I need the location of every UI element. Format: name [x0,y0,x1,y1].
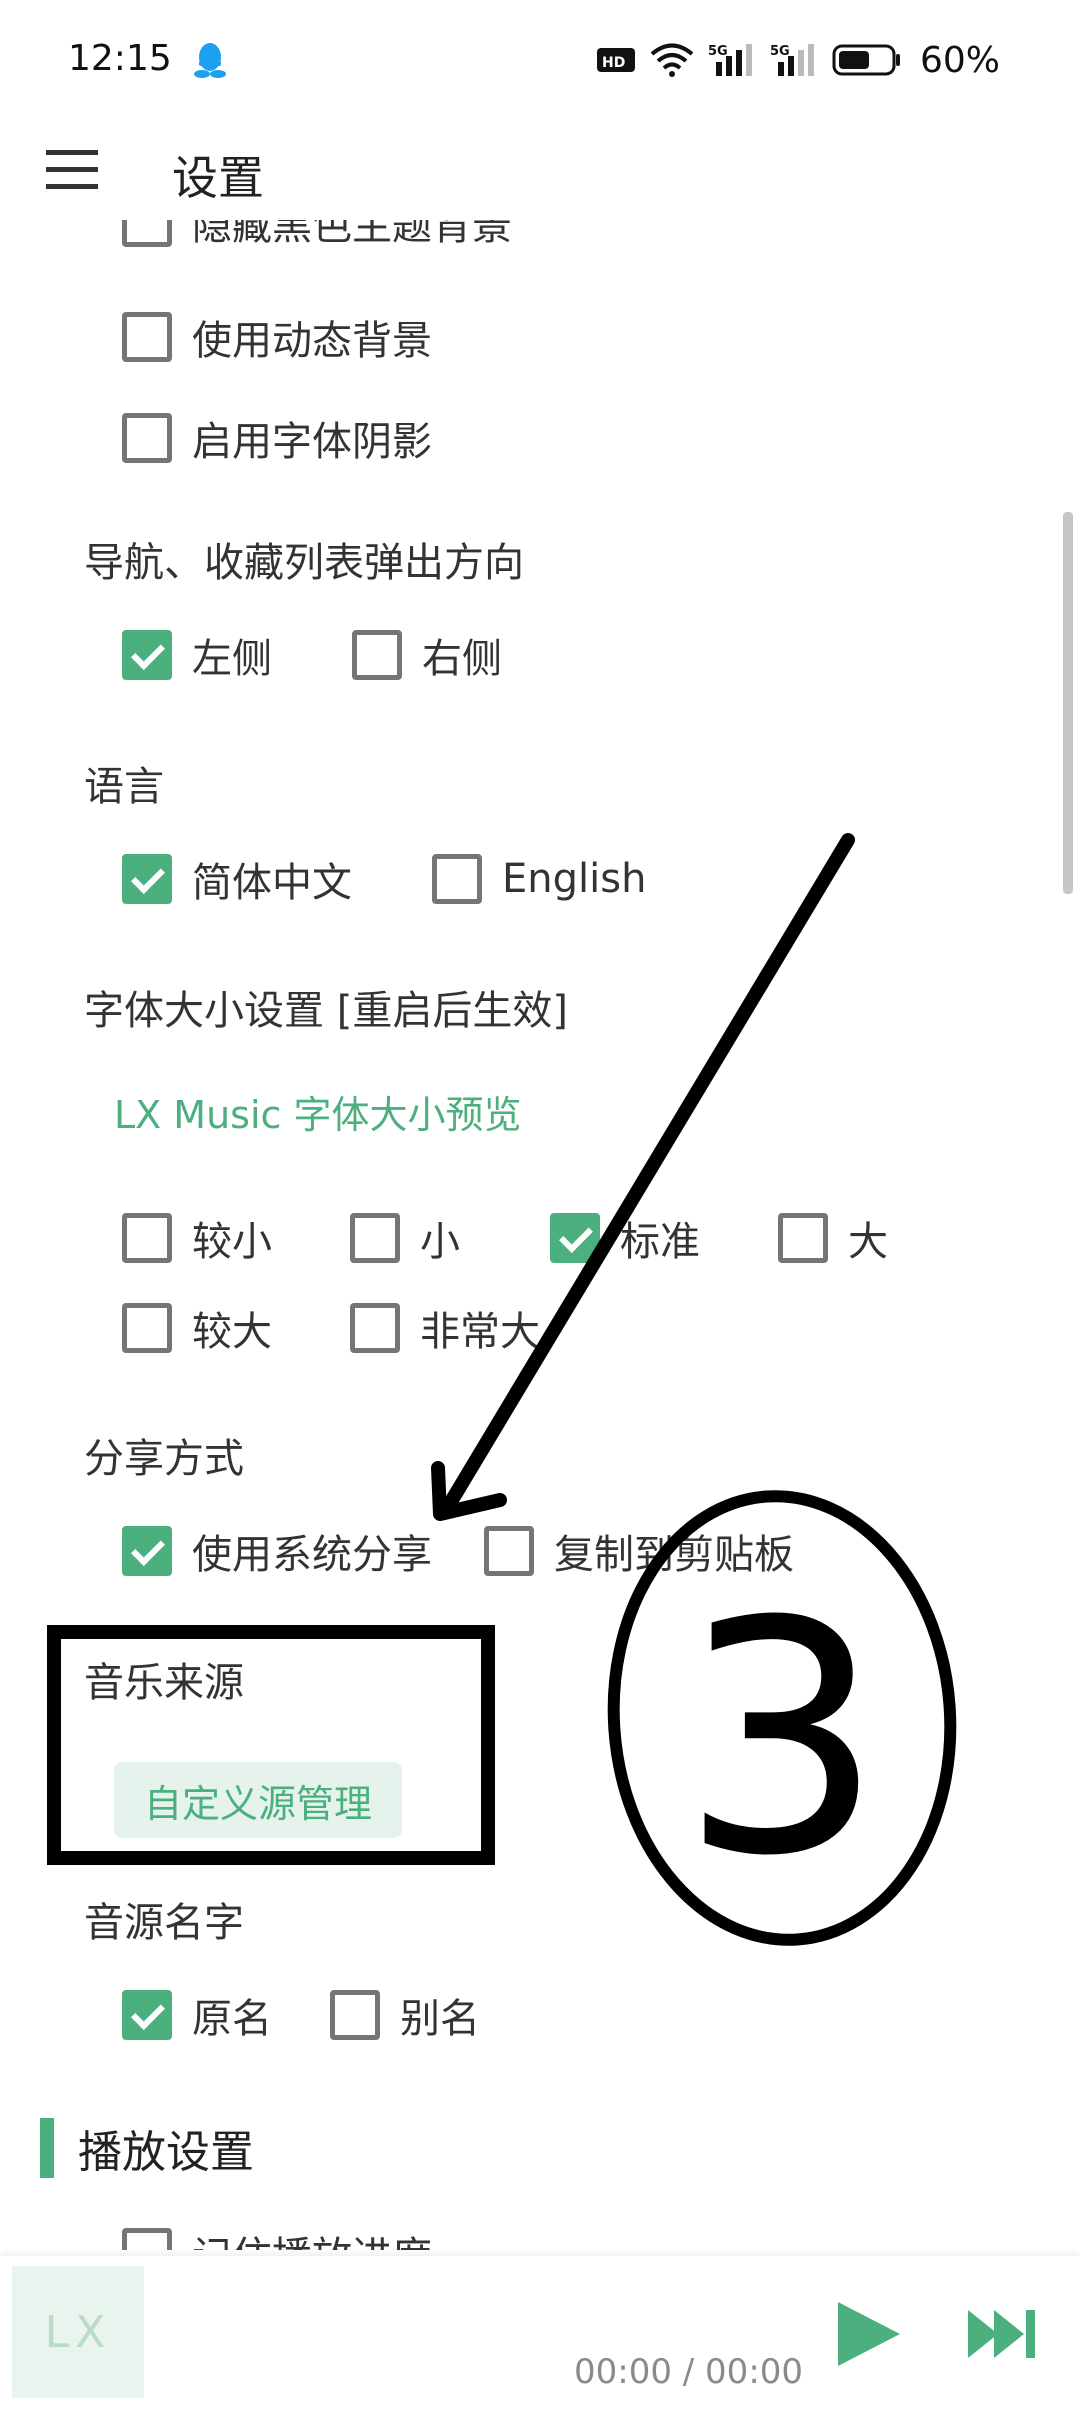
checkbox-label: 隐藏黑色主题背景 [192,220,512,249]
option-standard[interactable]: 标准 [550,1209,700,1267]
status-icons: HD 5G 5G 60% [596,38,1000,82]
checkbox[interactable] [122,630,172,680]
album-cover[interactable]: LX [12,2266,144,2398]
scrollbar-thumb[interactable] [1063,512,1073,894]
status-bar: 12:15 HD 5G 5G 60% [0,0,1080,120]
player-time: 00:00 / 00:00 [574,2352,804,2392]
checkbox-label: 较小 [192,1219,272,1265]
checkbox-label: 简体中文 [192,860,352,906]
menu-icon[interactable] [46,148,98,192]
checkbox-item[interactable]: 使用动态背景 [122,308,432,366]
checkbox-label: 记住播放进度 [192,2224,432,2250]
custom-source-manage-button[interactable]: 自定义源管理 [114,1762,402,1838]
checkbox-label: 别名 [400,1996,480,2042]
checkbox[interactable] [122,1213,172,1263]
checkbox[interactable] [550,1213,600,1263]
checkbox[interactable] [352,630,402,680]
checkbox[interactable] [350,1303,400,1353]
option-large[interactable]: 大 [778,1209,888,1267]
wifi-icon [650,43,694,77]
checkbox[interactable] [330,1990,380,2040]
nav-direction-title: 导航、收藏列表弹出方向 [84,540,524,586]
source-name-title: 音源名字 [84,1900,244,1946]
group-title: 播放设置 [78,2127,254,2178]
app-header: 设置 [0,120,1080,220]
font-size-options-row1: 较小 小 标准 大 [122,1209,928,1267]
language-options: 简体中文 English [122,850,686,908]
checkbox-label: 标准 [620,1219,700,1265]
checkbox-label: 大 [848,1219,888,1265]
checkbox[interactable] [484,1526,534,1576]
option-alias[interactable]: 别名 [330,1986,480,2044]
checkbox-item[interactable]: 隐藏黑色主题背景 [122,220,512,251]
checkbox[interactable] [778,1213,828,1263]
font-size-preview: LX Music 字体大小预览 [114,1093,522,1137]
option-original-name[interactable]: 原名 [122,1986,272,2044]
option-english[interactable]: English [432,854,646,904]
option-small[interactable]: 小 [350,1209,460,1267]
status-time: 12:15 [68,38,172,79]
checkbox[interactable] [122,2228,172,2250]
checkbox-label: 左侧 [192,636,272,682]
option-larger[interactable]: 较大 [122,1299,272,1357]
checkbox[interactable] [122,1990,172,2040]
play-icon[interactable] [830,2296,906,2372]
setting-hide-black-theme[interactable]: 隐藏黑色主题背景 [122,220,552,251]
option-simplified-chinese[interactable]: 简体中文 [122,850,352,908]
checkbox[interactable] [122,413,172,463]
setting-remember-progress[interactable]: 记住播放进度 [122,2224,472,2250]
option-system-share[interactable]: 使用系统分享 [122,1522,432,1580]
checkbox-label: 使用动态背景 [192,318,432,364]
qq-icon [194,43,226,78]
signal-icon-2: 5G [770,44,814,76]
page-title: 设置 [172,151,264,205]
checkbox[interactable] [122,854,172,904]
battery-icon [832,44,900,76]
checkbox-label: 小 [420,1219,460,1265]
language-title: 语言 [84,764,164,810]
share-title: 分享方式 [84,1436,244,1482]
player-bar: LX 00:00 / 00:00 [0,2256,1080,2412]
checkbox-label: 启用字体阴影 [192,419,432,465]
checkbox-label: 右侧 [422,636,502,682]
option-very-large[interactable]: 非常大 [350,1299,540,1357]
option-left[interactable]: 左侧 [122,626,272,684]
checkbox-label: English [502,856,647,902]
playback-settings-header: 播放设置 [40,2118,254,2178]
font-size-title: 字体大小设置 [重启后生效] [84,988,568,1034]
signal-icon: 5G [708,44,752,76]
music-source-title: 音乐来源 [84,1660,244,1706]
setting-font-shadow[interactable]: 启用字体阴影 [122,409,472,467]
network-label: 5G [708,44,728,59]
checkbox-label: 原名 [192,1996,272,2042]
checkbox[interactable] [122,220,172,247]
settings-scroll-area[interactable]: 隐藏黑色主题背景 使用动态背景 启用字体阴影 导航、收藏列表弹出方向 左侧 右侧… [0,220,1080,2250]
network-label-2: 5G [770,44,790,59]
checkbox-label: 非常大 [420,1309,540,1355]
group-accent-bar [40,2118,54,2178]
battery-percent: 60% [919,39,1000,81]
checkbox[interactable] [432,854,482,904]
setting-dynamic-background[interactable]: 使用动态背景 [122,308,472,366]
option-smaller[interactable]: 较小 [122,1209,272,1267]
checkbox[interactable] [122,1303,172,1353]
checkbox-label: 较大 [192,1309,272,1355]
hd-icon: HD [596,48,635,72]
checkbox-label: 复制到剪贴板 [554,1532,794,1578]
font-size-options-row2: 较大 非常大 [122,1299,580,1357]
checkbox[interactable] [122,312,172,362]
next-icon[interactable] [964,2302,1040,2366]
hd-label: HD [602,55,625,71]
option-right[interactable]: 右侧 [352,626,502,684]
checkbox-label: 使用系统分享 [192,1532,432,1578]
checkbox-item[interactable]: 记住播放进度 [122,2224,432,2250]
checkbox[interactable] [350,1213,400,1263]
checkbox-item[interactable]: 启用字体阴影 [122,409,432,467]
option-copy-clipboard[interactable]: 复制到剪贴板 [484,1522,794,1580]
share-options: 使用系统分享 复制到剪贴板 [122,1522,834,1580]
checkbox[interactable] [122,1526,172,1576]
source-name-options: 原名 别名 [122,1986,520,2044]
nav-direction-options: 左侧 右侧 [122,626,542,684]
